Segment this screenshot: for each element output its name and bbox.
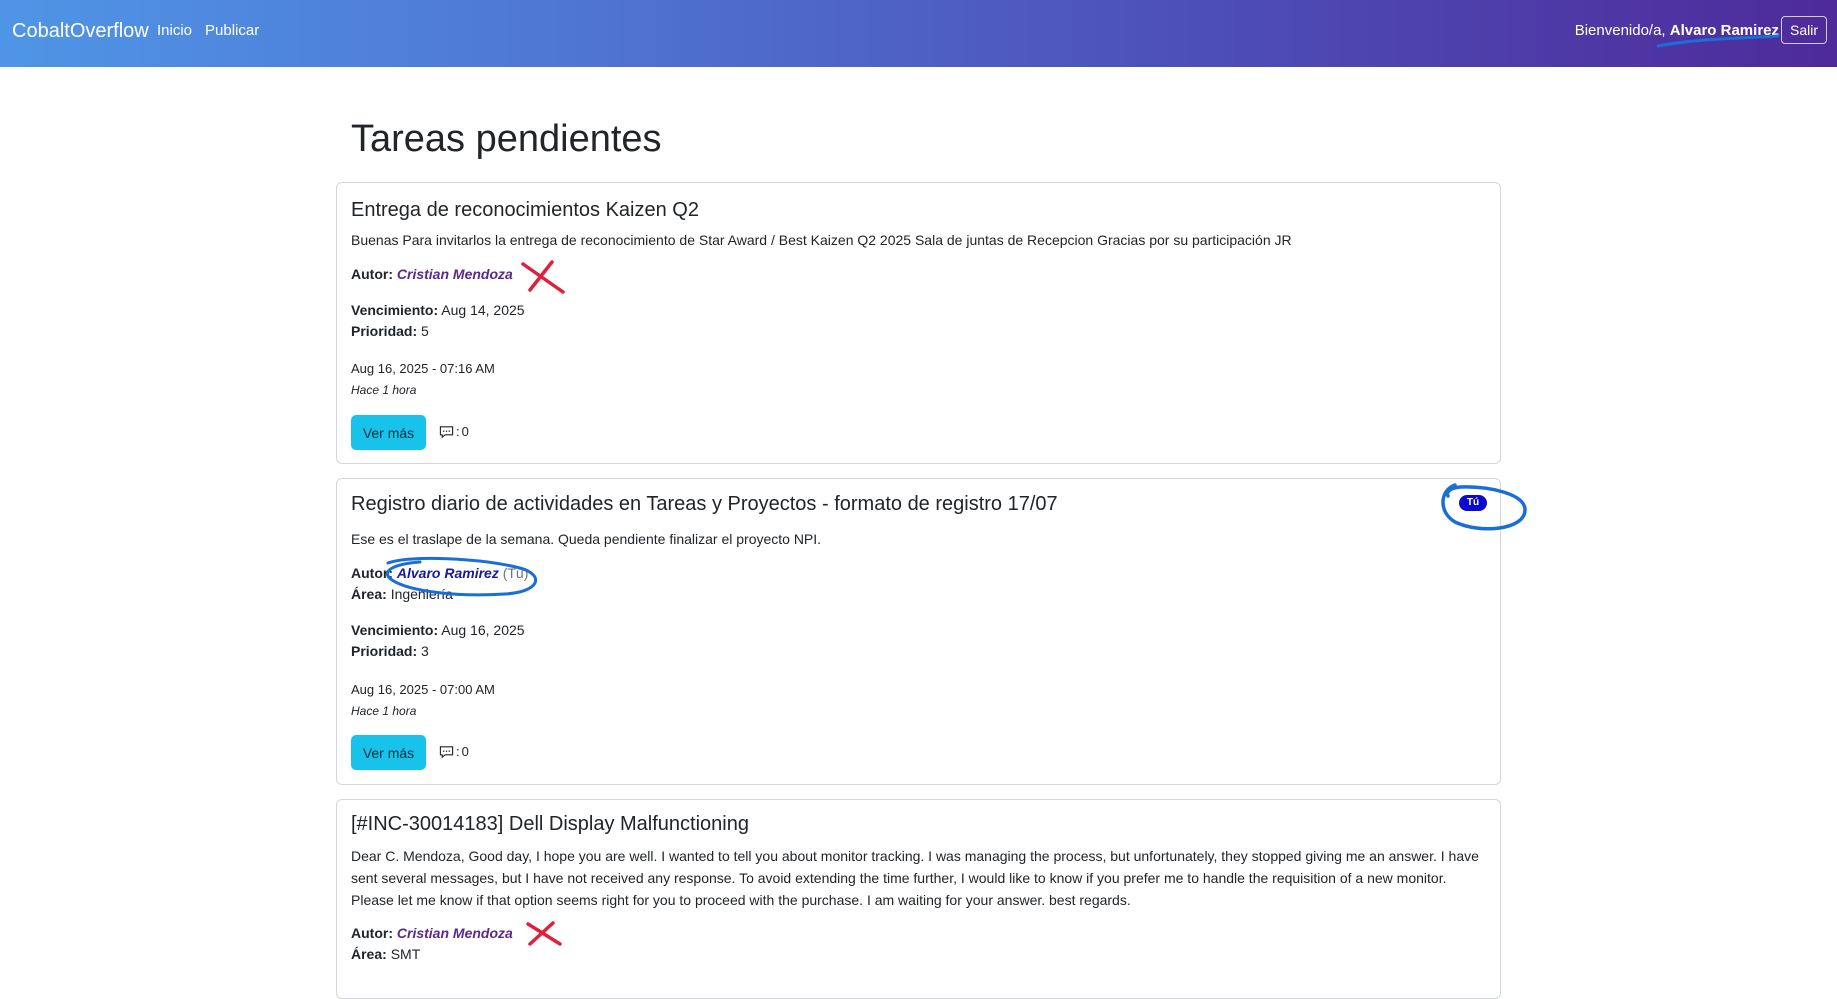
task-author: Autor: Alvaro Ramirez (Tú) (351, 565, 528, 581)
task-card: Registro diario de actividades en Tareas… (336, 478, 1501, 785)
comment-separator: : (456, 744, 460, 759)
nav-link-inicio[interactable]: Inicio (157, 22, 192, 39)
area-value: Ingeniería (390, 586, 453, 602)
brand-logo[interactable]: CobaltOverflow (12, 20, 149, 43)
comment-icon (439, 745, 454, 758)
task-description: Dear C. Mendoza, Good day, I hope you ar… (351, 848, 1479, 908)
author-link[interactable]: Cristian Mendoza (397, 266, 513, 282)
author-label: Autor: (351, 266, 393, 282)
task-priority: Prioridad: 3 (351, 643, 429, 659)
due-label: Vencimiento: (351, 302, 439, 318)
comment-count-value: 0 (461, 424, 469, 439)
task-due: Vencimiento: Aug 16, 2025 (351, 622, 525, 638)
task-datetime: Aug 16, 2025 - 07:00 AM (351, 682, 495, 697)
task-relative-time: Hace 1 hora (351, 383, 417, 397)
area-label: Área: (351, 586, 387, 602)
welcome-prefix: Bienvenido/a, (1574, 22, 1670, 39)
view-more-button[interactable]: Ver más (351, 735, 426, 770)
task-area: Área: Ingeniería (351, 586, 453, 602)
priority-value: 5 (421, 323, 429, 339)
task-area: Área: SMT (351, 946, 420, 962)
welcome-message: Bienvenido/a, Alvaro Ramirez (1575, 22, 1779, 39)
due-value: Aug 14, 2025 (441, 302, 525, 318)
task-datetime: Aug 16, 2025 - 07:16 AM (351, 361, 495, 376)
priority-label: Prioridad: (351, 643, 418, 659)
page-title: Tareas pendientes (351, 118, 662, 160)
logout-button[interactable]: Salir (1780, 16, 1827, 44)
task-relative-time: Hace 1 hora (351, 704, 417, 718)
comment-count: : 0 (439, 744, 469, 759)
due-value: Aug 16, 2025 (441, 622, 525, 638)
nav-link-publicar[interactable]: Publicar (205, 22, 259, 39)
author-link[interactable]: Alvaro Ramirez (397, 565, 499, 581)
task-description: Ese es el traslape de la semana. Queda p… (351, 531, 822, 547)
task-due: Vencimiento: Aug 14, 2025 (351, 302, 525, 318)
area-label: Área: (351, 946, 387, 962)
you-badge: Tú (1459, 495, 1487, 511)
view-more-button[interactable]: Ver más (351, 415, 426, 450)
current-user-name: Alvaro Ramirez (1669, 22, 1779, 39)
priority-label: Prioridad: (351, 323, 418, 339)
comment-count-value: 0 (461, 744, 469, 759)
task-author: Autor: Cristian Mendoza (351, 925, 513, 941)
task-card: [#INC-30014183] Dell Display Malfunction… (336, 799, 1501, 999)
comment-count: : 0 (439, 424, 469, 439)
comment-icon (439, 425, 454, 438)
task-description: Buenas Para invitarlos la entrega de rec… (351, 232, 1292, 248)
top-navbar: CobaltOverflow Inicio Publicar Bienvenid… (0, 0, 1837, 67)
priority-value: 3 (421, 643, 429, 659)
author-link[interactable]: Cristian Mendoza (397, 925, 513, 941)
task-title[interactable]: Registro diario de actividades en Tareas… (351, 493, 1058, 516)
task-priority: Prioridad: 5 (351, 323, 429, 339)
task-author: Autor: Cristian Mendoza (351, 266, 513, 282)
task-title[interactable]: [#INC-30014183] Dell Display Malfunction… (351, 813, 749, 836)
task-card: Entrega de reconocimientos Kaizen Q2 Bue… (336, 182, 1501, 464)
due-label: Vencimiento: (351, 622, 439, 638)
author-label: Autor: (351, 925, 393, 941)
you-suffix: (Tú) (502, 565, 529, 581)
author-label: Autor: (351, 565, 393, 581)
comment-separator: : (456, 424, 460, 439)
area-value: SMT (390, 946, 421, 962)
task-title[interactable]: Entrega de reconocimientos Kaizen Q2 (351, 199, 699, 222)
